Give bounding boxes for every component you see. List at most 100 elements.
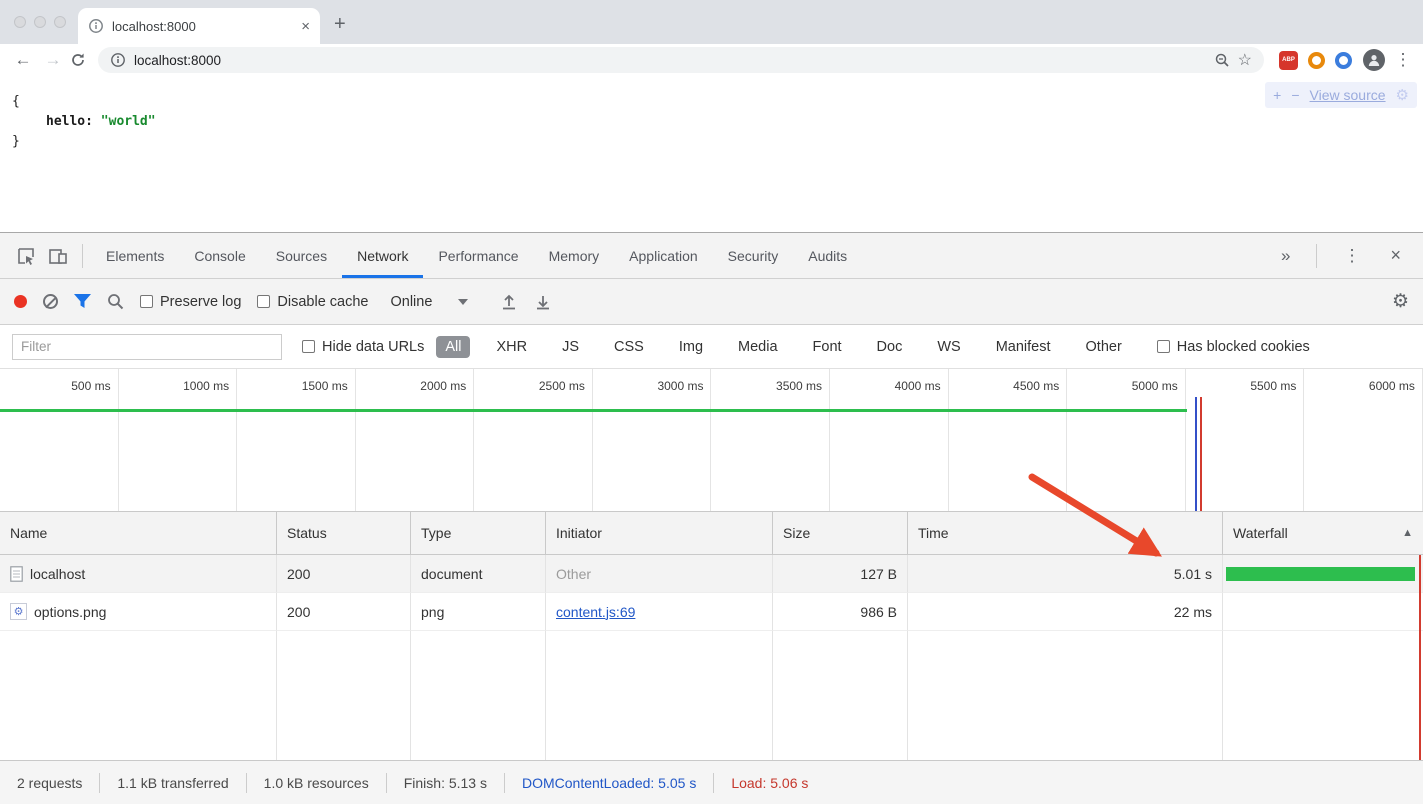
request-time-cell[interactable]: 22 ms [908, 593, 1223, 631]
checkbox-icon [140, 295, 153, 308]
resources-size: 1.0 kB resources [247, 773, 387, 793]
devtools-tab-performance[interactable]: Performance [423, 233, 533, 278]
json-expand-button[interactable]: + [1273, 87, 1281, 103]
filter-input[interactable] [12, 334, 282, 360]
type-filter-other[interactable]: Other [1077, 336, 1131, 358]
type-filter-xhr[interactable]: XHR [487, 336, 536, 358]
url-text[interactable]: localhost:8000 [134, 53, 1206, 68]
browser-menu-icon[interactable]: ⋮ [1393, 50, 1413, 70]
request-waterfall-cell[interactable] [1223, 593, 1423, 631]
window-zoom-button[interactable] [54, 16, 66, 28]
new-tab-button[interactable]: + [334, 14, 346, 34]
timeline-domcontentloaded-marker [1195, 397, 1197, 511]
inspect-element-icon[interactable] [13, 243, 39, 269]
network-timeline-overview[interactable]: 500 ms 1000 ms 1500 ms 2000 ms 2500 ms 3… [0, 369, 1423, 512]
json-line: hello: "world" [12, 112, 1423, 132]
table-filler [546, 631, 773, 760]
hide-data-urls-checkbox[interactable]: Hide data URLs [302, 339, 424, 355]
type-filter-css[interactable]: CSS [605, 336, 653, 358]
devtools-menu-icon[interactable]: ⋮ [1329, 246, 1374, 266]
checkbox-icon [302, 340, 315, 353]
devtools-tab-console[interactable]: Console [179, 233, 260, 278]
type-filter-ws[interactable]: WS [928, 336, 969, 358]
request-initiator-cell[interactable]: Other [546, 555, 773, 593]
initiator-link[interactable]: content.js:69 [556, 604, 635, 620]
timeline-tick: 5000 ms [1067, 369, 1186, 511]
request-waterfall-cell[interactable] [1223, 555, 1423, 593]
window-minimize-button[interactable] [34, 16, 46, 28]
network-settings-gear-icon[interactable]: ⚙ [1392, 290, 1409, 313]
column-header-status[interactable]: Status [277, 512, 411, 555]
type-filter-media[interactable]: Media [729, 336, 787, 358]
domcontentloaded-time: DOMContentLoaded: 5.05 s [505, 773, 714, 793]
page-info-icon[interactable] [110, 52, 126, 68]
clear-button[interactable] [43, 294, 58, 309]
waterfall-load-marker [1419, 555, 1421, 760]
network-toolbar: Preserve log Disable cache Online ⚙ [0, 279, 1423, 325]
network-filter-row: Hide data URLs All XHR JS CSS Img Media … [0, 325, 1423, 369]
column-header-name[interactable]: Name [0, 512, 277, 555]
disable-cache-checkbox[interactable]: Disable cache [257, 294, 368, 310]
request-type-cell[interactable]: document [411, 555, 546, 593]
forward-button[interactable]: → [40, 50, 66, 70]
preserve-log-label: Preserve log [160, 294, 241, 310]
devtools-tab-audits[interactable]: Audits [793, 233, 862, 278]
type-filter-img[interactable]: Img [670, 336, 712, 358]
blue-extension-icon[interactable] [1335, 52, 1352, 69]
json-viewer-toolbar: + − View source ⚙ [1265, 82, 1417, 108]
timeline-tick: 2500 ms [474, 369, 593, 511]
window-close-button[interactable] [14, 16, 26, 28]
tab-close-icon[interactable]: × [301, 19, 310, 34]
adblock-extension-icon[interactable]: ABP [1279, 51, 1298, 70]
devtools-tab-sources[interactable]: Sources [261, 233, 342, 278]
filter-funnel-icon[interactable] [74, 294, 91, 309]
type-filter-js[interactable]: JS [553, 336, 588, 358]
request-initiator-cell[interactable]: content.js:69 [546, 593, 773, 631]
device-toolbar-icon[interactable] [45, 243, 71, 269]
browser-tab[interactable]: localhost:8000 × [78, 8, 320, 44]
request-size-cell[interactable]: 986 B [773, 593, 908, 631]
column-header-time[interactable]: Time [908, 512, 1223, 555]
has-blocked-cookies-checkbox[interactable]: Has blocked cookies [1157, 339, 1310, 355]
json-collapse-button[interactable]: − [1291, 87, 1299, 103]
profile-avatar[interactable] [1363, 49, 1385, 71]
column-header-size[interactable]: Size [773, 512, 908, 555]
refresh-button[interactable] [70, 52, 86, 68]
json-settings-gear-icon[interactable]: ⚙ [1396, 86, 1409, 104]
request-type-cell[interactable]: png [411, 593, 546, 631]
request-name-cell[interactable]: localhost [0, 555, 277, 593]
type-filter-doc[interactable]: Doc [868, 336, 912, 358]
type-filter-all[interactable]: All [436, 336, 470, 358]
request-name-cell[interactable]: ⚙ options.png [0, 593, 277, 631]
request-time-cell[interactable]: 5.01 s [908, 555, 1223, 593]
column-header-waterfall[interactable]: Waterfall ▲ [1223, 512, 1423, 555]
throttling-select[interactable]: Online [390, 294, 468, 310]
back-button[interactable]: ← [10, 50, 36, 70]
devtools-tab-network[interactable]: Network [342, 233, 423, 278]
preserve-log-checkbox[interactable]: Preserve log [140, 294, 241, 310]
search-icon[interactable] [107, 293, 124, 310]
omnibox[interactable]: localhost:8000 ☆ [98, 47, 1264, 73]
table-filler [277, 631, 411, 760]
type-filter-font[interactable]: Font [804, 336, 851, 358]
bookmark-star-icon[interactable]: ☆ [1238, 50, 1252, 70]
column-header-type[interactable]: Type [411, 512, 546, 555]
devtools-tab-elements[interactable]: Elements [91, 233, 179, 278]
request-size-cell[interactable]: 127 B [773, 555, 908, 593]
more-tabs-icon[interactable]: » [1267, 246, 1304, 266]
zoom-icon[interactable] [1214, 52, 1230, 68]
devtools-tab-memory[interactable]: Memory [534, 233, 615, 278]
request-status-cell[interactable]: 200 [277, 555, 411, 593]
import-har-icon[interactable] [500, 293, 518, 311]
type-filter-manifest[interactable]: Manifest [987, 336, 1060, 358]
export-har-icon[interactable] [534, 293, 552, 311]
request-status-cell[interactable]: 200 [277, 593, 411, 631]
devtools-close-icon[interactable]: × [1378, 245, 1413, 266]
record-button[interactable] [14, 295, 27, 308]
column-header-initiator[interactable]: Initiator [546, 512, 773, 555]
orange-extension-icon[interactable] [1308, 52, 1325, 69]
devtools-tab-application[interactable]: Application [614, 233, 713, 278]
devtools-tab-security[interactable]: Security [713, 233, 794, 278]
view-source-link[interactable]: View source [1310, 87, 1386, 103]
checkbox-icon [1157, 340, 1170, 353]
